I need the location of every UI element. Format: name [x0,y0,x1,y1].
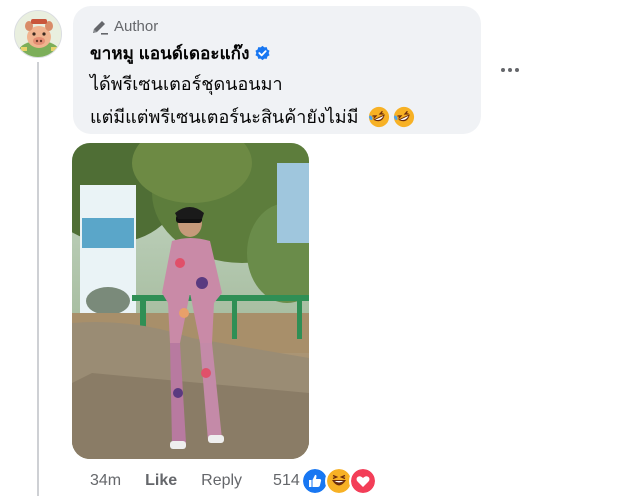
rolling-on-floor-laughing-icon [368,106,389,127]
comment-text-line-2: แต่มีแต่พรีเซนเตอร์นะสินค้ายังไม่มี [90,102,415,131]
author-badge-label: Author [114,18,159,35]
like-button[interactable]: Like [145,472,177,490]
pig-cartoon-avatar-icon [15,11,61,57]
comment-timestamp[interactable]: 34m [90,472,121,490]
verified-badge-icon [255,45,270,61]
thread-connector-line [37,62,39,496]
author-avatar[interactable] [14,10,62,58]
rolling-on-floor-laughing-icon [393,106,414,127]
author-badge: Author [91,18,158,35]
reply-button[interactable]: Reply [201,472,242,490]
comment-text-line-1: ได้พรีเซนเตอร์ชุดนอนมา [90,74,283,94]
reaction-icons[interactable] [300,467,377,495]
more-options-button[interactable] [496,60,524,80]
comment-text-line-2-text: แต่มีแต่พรีเซนเตอร์นะสินค้ายังไม่มี [90,107,359,127]
author-name[interactable]: ขาหมู แอนด์เดอะแก๊ง [90,40,249,67]
reaction-count[interactable]: 514 [273,472,300,490]
comment-thread: Author ขาหมู แอนด์เดอะแก๊ง ได้พรีเซนเตอร… [0,0,638,496]
author-name-row: ขาหมู แอนด์เดอะแก๊ง [90,40,271,67]
more-options-icon [501,68,519,72]
comment-actions: 34m Like Reply 514 [90,467,377,495]
photo-image [72,143,309,459]
comment-bubble: Author ขาหมู แอนด์เดอะแก๊ง ได้พรีเซนเตอร… [73,6,481,134]
comment-photo[interactable] [72,143,309,459]
love-reaction-icon [348,467,377,495]
pen-icon [93,20,108,35]
